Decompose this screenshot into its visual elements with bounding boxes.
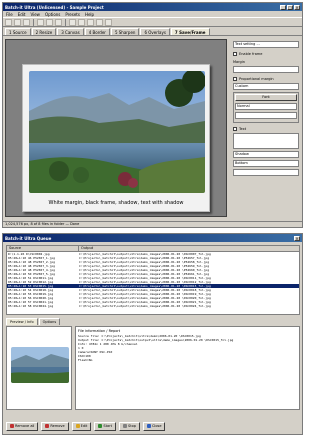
column-source[interactable]: Source [7,246,79,251]
row-source-cell: 05:28+1:10 58 DSC0024.jpg [8,304,54,308]
text-shadow-combo[interactable]: Shadow [233,151,299,158]
edit-icon [75,424,80,428]
stop-button[interactable]: Stop [118,421,140,431]
preview-canvas: White margin, black frame, shadow, text … [5,39,227,217]
landscape-photo [29,71,205,193]
zoom-out-icon[interactable] [78,18,85,26]
thumbnail-landscape [11,347,69,383]
close-queue-button[interactable]: Close [142,421,166,431]
new-icon[interactable] [5,18,12,26]
row-output-cell: C:\Projects\_batchit\output\ultra\demo_i… [79,304,211,308]
rotate-icon[interactable] [96,18,103,26]
main-window: Batch-it Ultra (Unlicensed) - Sample Pro… [2,2,303,228]
menu-help[interactable]: Help [85,12,94,17]
text-setting-combo[interactable]: Text setting ... [233,41,299,48]
tab-canvas[interactable]: 3 Canvas [57,28,84,35]
tab-resize[interactable]: 2 Resize [31,28,57,35]
preview-icon[interactable] [55,18,62,26]
main-toolbar [3,17,302,27]
queue-window: Batch-it Ultra Queue × Source Output D:\… [2,233,303,435]
remove-all-button[interactable]: Remove all [6,421,39,431]
remove-all-icon [10,424,14,428]
tab-save-frame[interactable]: 7 Save/Frame [170,28,210,35]
queue-rows: D:\1-1-26 D\CSC0002.jpg C:\Projects\_batc… [7,252,299,308]
queue-close-button[interactable]: × [294,235,300,241]
thumbnail-image [11,347,69,383]
photo-caption: White margin, black frame, shadow, text … [48,200,184,206]
stop-label: Stop [127,424,136,428]
start-icon [98,424,103,428]
edit-button[interactable]: Edit [71,421,92,431]
menu-options[interactable]: Options [45,12,60,17]
tab-sharpen[interactable]: 5 Sharpen [110,28,140,35]
start-label: Start [103,424,112,428]
menu-file[interactable]: File [6,12,13,17]
remove-label: Remove [50,424,65,428]
text-checkbox[interactable] [233,126,237,131]
queue-window-title: Batch-it Ultra Queue [5,235,52,241]
main-titlebar[interactable]: Batch-it Ultra (Unlicensed) - Sample Pro… [3,3,302,11]
tab-source[interactable]: 1 Source [5,28,31,35]
stop-icon[interactable] [46,18,53,26]
queue-titlebar[interactable]: Batch-it Ultra Queue × [3,234,302,242]
tab-overlays[interactable]: 6 Overlays [140,28,170,35]
framed-photo: White margin, black frame, shadow, text … [22,64,210,212]
font-section: Font Normal [233,92,299,123]
margin-input[interactable] [233,66,299,73]
step-tabs: 1 Source 2 Resize 3 Canvas 4 Border 5 Sh… [3,27,302,36]
frame-color-combo[interactable]: Custom [233,83,299,90]
queue-preview [6,326,72,410]
text-input[interactable] [233,133,299,149]
enable-frame-checkbox[interactable] [233,51,237,56]
queue-button-bar: Remove all Remove Edit Start Stop Close [6,421,299,431]
zoom-in-icon[interactable] [69,18,76,26]
tab-preview-info[interactable]: Preview / Info [6,318,38,325]
text-offset-input[interactable] [233,169,299,176]
menu-edit[interactable]: Edit [18,12,26,17]
settings-panel: Text setting ... Enable frame Margin Pro… [231,39,301,194]
info-line: Flash=No [78,358,93,362]
table-row[interactable]: 05:28+1:10 58 DSC0024.jpg C:\Projects\_ba… [7,304,299,308]
column-output[interactable]: Output [79,246,299,251]
menu-view[interactable]: View [30,12,40,17]
remove-all-label: Remove all [15,424,35,428]
fit-icon[interactable] [87,18,94,26]
run-icon[interactable] [37,18,44,26]
help-icon[interactable] [105,18,112,26]
remove-button[interactable]: Remove [41,421,69,431]
file-info-panel: File information / Report Source file: C… [75,326,300,410]
open-icon[interactable] [14,18,21,26]
toolbar-separator [65,18,66,26]
menu-presets[interactable]: Presets [65,12,80,17]
text-label: Text [239,126,247,131]
close-button[interactable]: × [294,4,300,10]
remove-icon [45,424,50,428]
font-button[interactable]: Font [235,94,297,101]
edit-label: Edit [80,424,88,428]
lake-landscape-image [29,71,205,193]
maximize-button[interactable]: □ [287,4,293,10]
close-queue-label: Close [151,424,162,428]
font-size-input[interactable] [235,112,297,119]
file-info-title: File information / Report [78,329,121,333]
stop-icon [122,424,127,428]
proportional-margin-label: Proportional margin [239,76,274,81]
queue-tabs: Preview / Info Options [6,318,61,325]
proportional-margin-checkbox[interactable] [233,76,237,81]
save-icon[interactable] [23,18,30,26]
close-queue-icon [146,424,151,428]
minimize-button[interactable]: _ [280,4,286,10]
main-statusbar: 1,024,576 px, 8 of 8 files in folder — D… [3,221,302,227]
main-window-title: Batch-it Ultra (Unlicensed) - Sample Pro… [5,4,104,10]
enable-frame-label: Enable frame [239,51,263,56]
start-button[interactable]: Start [94,421,116,431]
queue-list[interactable]: Source Output D:\1-1-26 D\CSC0002.jpg C:\… [6,245,300,315]
toolbar-separator [33,18,34,26]
margin-label: Margin [233,59,245,64]
font-style-combo[interactable]: Normal [235,103,297,110]
text-position-combo[interactable]: Bottom [233,160,299,167]
tab-options[interactable]: Options [38,318,61,325]
tab-border[interactable]: 4 Border [84,28,110,35]
